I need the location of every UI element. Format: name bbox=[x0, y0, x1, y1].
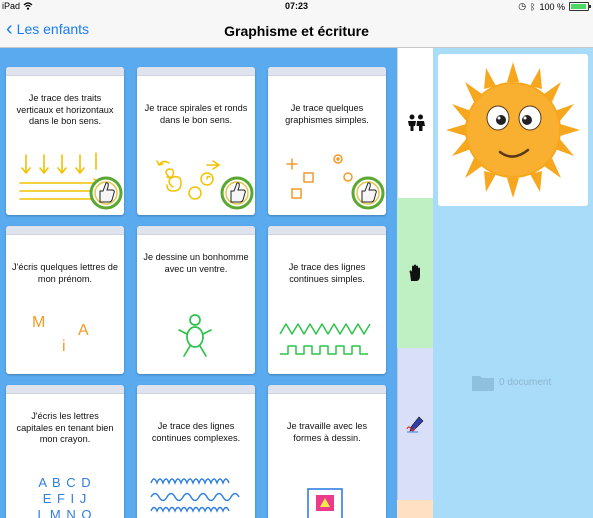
card-strip bbox=[268, 226, 386, 235]
avatar[interactable] bbox=[438, 54, 588, 206]
writing-icon bbox=[406, 416, 424, 433]
battery-label: 100 % bbox=[539, 1, 565, 12]
skill-card[interactable]: Je trace quelques graphismes simples. bbox=[268, 67, 386, 215]
card-strip bbox=[6, 385, 124, 394]
card-drawing-stencil bbox=[307, 488, 343, 518]
hand-icon bbox=[409, 264, 420, 281]
category-sidebar bbox=[397, 48, 434, 518]
skills-grid: Je trace des traits verticaux et horizon… bbox=[0, 48, 397, 518]
skill-card[interactable]: Je trace des lignes continues simples. bbox=[268, 226, 386, 374]
sidebar-item-writing[interactable] bbox=[397, 348, 434, 500]
card-label: Je dessine un bonhomme avec un ventre. bbox=[143, 252, 249, 274]
document-count-label: 0 document bbox=[499, 376, 552, 388]
page-title: Graphisme et écriture bbox=[224, 23, 369, 39]
skill-card[interactable]: Je dessine un bonhomme avec un ventre. bbox=[137, 226, 255, 374]
thumbs-up-badge-icon bbox=[220, 176, 254, 210]
skill-card[interactable]: Je trace des lignes continues complexes. bbox=[137, 385, 255, 518]
card-strip bbox=[137, 226, 255, 235]
card-drawing-complex-lines bbox=[150, 478, 240, 513]
children-icon bbox=[408, 114, 425, 131]
card-strip bbox=[268, 385, 386, 394]
card-strip bbox=[137, 385, 255, 394]
card-label: Je trace des lignes continues complexes. bbox=[151, 421, 241, 443]
status-bar: iPad 07:23 ◷ ᛒ 100 % bbox=[0, 0, 593, 14]
skill-card[interactable]: Je travaille avec les formes à dessin. bbox=[268, 385, 386, 518]
card-drawing-continuous-lines bbox=[279, 323, 371, 355]
card-strip bbox=[268, 67, 386, 76]
card-label: J'écris quelques lettres de mon prénom. bbox=[12, 262, 118, 284]
sidebar-item-children[interactable] bbox=[397, 48, 434, 198]
skill-card[interactable]: Je trace spirales et ronds dans le bon s… bbox=[137, 67, 255, 215]
card-letters: A B C D E F I J L M N O bbox=[6, 475, 124, 518]
card-label: Je trace quelques graphismes simples. bbox=[285, 103, 369, 125]
battery-icon bbox=[569, 2, 591, 11]
navigation-bar: ‹ Les enfants Graphisme et écriture bbox=[0, 14, 593, 48]
card-label: J'écris les lettres capitales en tenant … bbox=[16, 411, 114, 444]
child-panel: 0 document bbox=[433, 48, 593, 518]
letter: A bbox=[78, 322, 89, 339]
card-label: Je trace des lignes continues simples. bbox=[288, 262, 366, 284]
thumbs-up-badge-icon bbox=[351, 176, 385, 210]
card-drawing-stickman bbox=[178, 314, 212, 357]
card-label: Je trace des traits verticaux et horizon… bbox=[16, 93, 114, 126]
alarm-icon: ◷ bbox=[518, 1, 527, 11]
card-label: Je travaille avec les formes à dessin. bbox=[286, 421, 368, 443]
letter-row: A B C D bbox=[38, 475, 92, 490]
card-strip bbox=[137, 67, 255, 76]
folder-icon bbox=[472, 376, 494, 391]
skill-card[interactable]: J'écris les lettres capitales en tenant … bbox=[6, 385, 124, 518]
thumbs-up-badge-icon bbox=[89, 176, 123, 210]
sidebar-item-more[interactable] bbox=[397, 500, 433, 518]
skill-card[interactable]: Je trace des traits verticaux et horizon… bbox=[6, 67, 124, 215]
card-strip bbox=[6, 226, 124, 235]
bluetooth-icon: ᛒ bbox=[530, 1, 536, 12]
card-letters: M A i bbox=[6, 314, 124, 360]
sun-face-icon bbox=[446, 62, 580, 198]
skill-card[interactable]: J'écris quelques lettres de mon prénom. … bbox=[6, 226, 124, 374]
card-strip bbox=[6, 67, 124, 76]
sidebar-item-hand[interactable] bbox=[397, 198, 433, 348]
status-time: 07:23 bbox=[284, 1, 309, 11]
letter-row: L M N O bbox=[37, 507, 93, 518]
battery-fill bbox=[571, 4, 586, 9]
letter-row: E F I J bbox=[42, 491, 88, 506]
document-count[interactable]: 0 document bbox=[471, 372, 551, 392]
letter: M bbox=[32, 314, 46, 331]
letter: i bbox=[62, 338, 66, 355]
card-label: Je trace spirales et ronds dans le bon s… bbox=[144, 103, 248, 125]
